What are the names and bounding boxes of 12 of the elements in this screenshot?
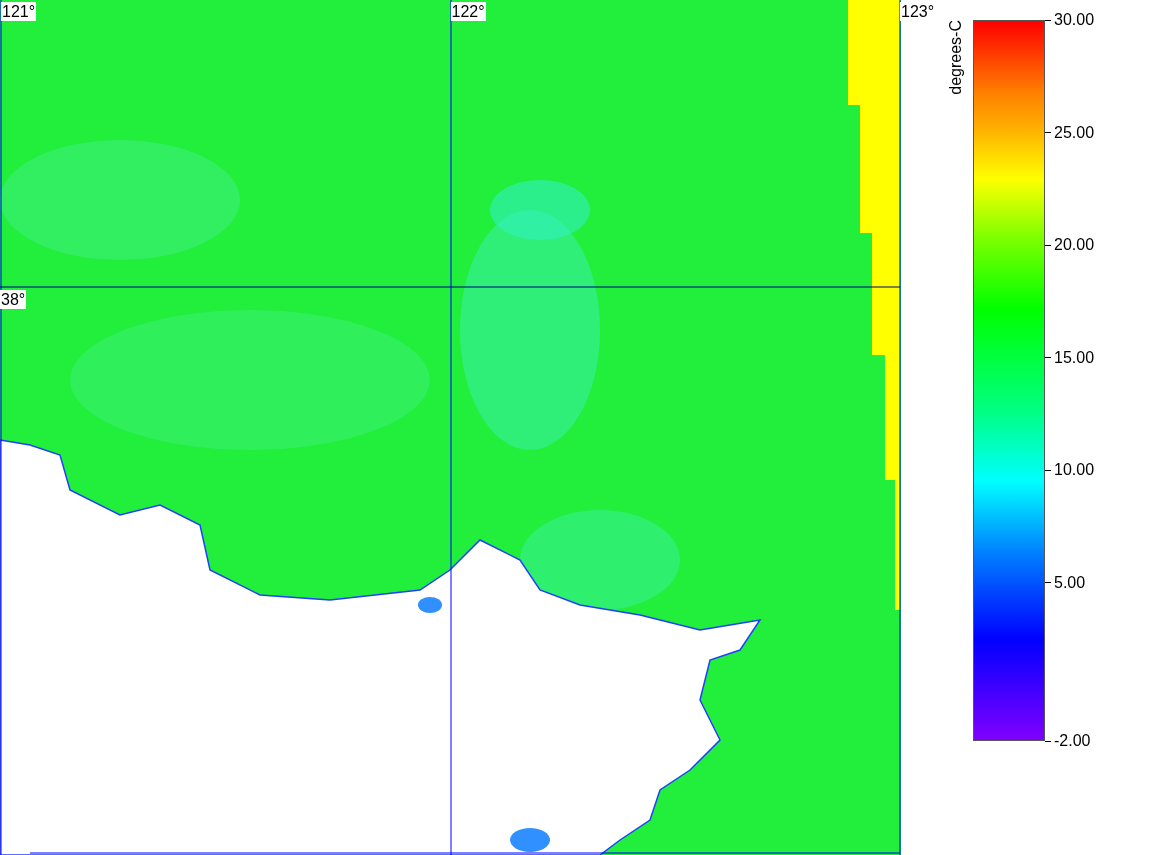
colorbar-tick-label: 20.00	[1045, 235, 1115, 256]
longitude-label: 121°	[1, 2, 37, 21]
colorbar-title: degrees-C	[947, 20, 965, 95]
longitude-label: 123°	[900, 2, 936, 21]
latitude-label: 38°	[0, 290, 27, 309]
colorbar-tick-label: 25.00	[1045, 122, 1115, 143]
colorbar-tick-label: 15.00	[1045, 347, 1115, 368]
colorbar-tick-label: -2.00	[1045, 731, 1115, 751]
colorbar-tick-label: 30.00	[1045, 10, 1115, 30]
colorbar-tick-label: 10.00	[1045, 460, 1115, 481]
longitude-label: 122°	[450, 2, 486, 21]
colorbar-tick-label: 5.00	[1045, 572, 1115, 593]
